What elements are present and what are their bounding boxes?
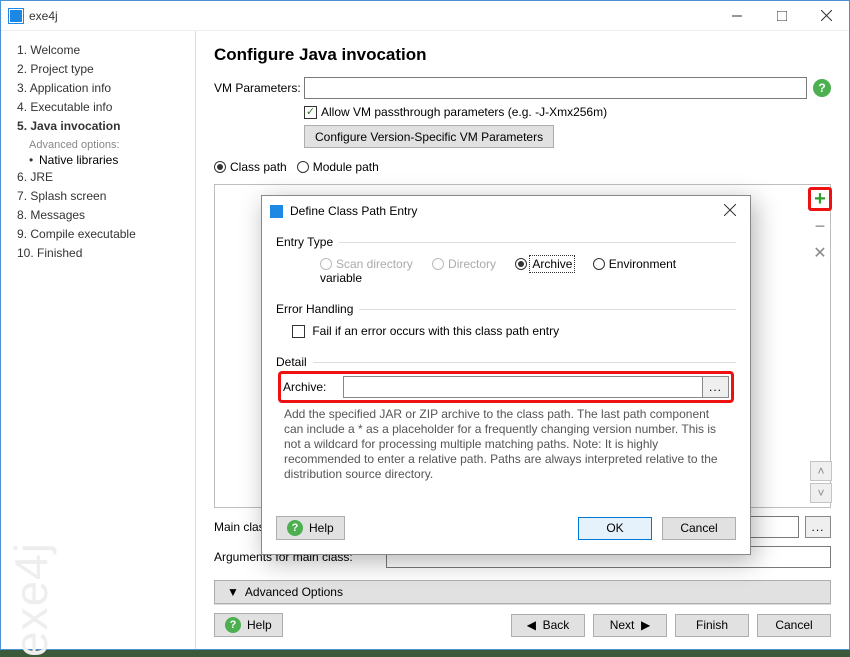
entry-type-legend: Entry Type xyxy=(276,235,339,249)
x-icon: ✕ xyxy=(813,243,826,263)
dialog-close-button[interactable] xyxy=(718,203,742,220)
dialog-ok-button[interactable]: OK xyxy=(578,517,652,540)
sidebar-step-finished[interactable]: 10. Finished xyxy=(11,244,185,263)
advanced-options-expander[interactable]: ▼ Advanced Options xyxy=(214,580,831,604)
help-circle-icon: ? xyxy=(287,520,303,536)
close-icon xyxy=(724,204,736,216)
maximize-icon xyxy=(777,11,787,21)
chevron-up-icon: ˄ xyxy=(817,464,824,478)
archive-browse-button[interactable]: ... xyxy=(703,376,729,398)
vm-params-input[interactable] xyxy=(304,77,807,99)
main-window: exe4j 1. Welcome 2. Project type 3. Appl… xyxy=(0,0,850,650)
sidebar-step-executable-info[interactable]: 4. Executable info xyxy=(11,98,185,117)
window-title: exe4j xyxy=(29,9,58,23)
sidebar-step-messages[interactable]: 8. Messages xyxy=(11,206,185,225)
sidebar-step-project-type[interactable]: 2. Project type xyxy=(11,60,185,79)
vm-params-label: VM Parameters: xyxy=(214,81,304,95)
sidebar-step-splash[interactable]: 7. Splash screen xyxy=(11,187,185,206)
sidebar-step-java-invocation[interactable]: 5. Java invocation xyxy=(11,117,185,136)
titlebar: exe4j xyxy=(1,1,849,31)
dialog-app-icon xyxy=(270,205,283,218)
move-up-button[interactable]: ˄ xyxy=(810,461,832,481)
sidebar-step-compile[interactable]: 9. Compile executable xyxy=(11,225,185,244)
wizard-sidebar: 1. Welcome 2. Project type 3. Applicatio… xyxy=(1,31,196,649)
cancel-button[interactable]: Cancel xyxy=(757,614,831,637)
help-button[interactable]: ? Help xyxy=(214,613,283,637)
edit-classpath-entry-button[interactable]: − xyxy=(808,214,832,238)
archive-input[interactable] xyxy=(343,376,703,398)
sidebar-advanced-label: Advanced options: xyxy=(11,136,185,152)
minimize-icon xyxy=(732,11,742,21)
sidebar-step-welcome[interactable]: 1. Welcome xyxy=(11,41,185,60)
app-icon xyxy=(9,9,23,23)
archive-label: Archive: xyxy=(283,380,343,394)
dialog-help-button[interactable]: ? Help xyxy=(276,516,345,540)
main-class-browse-button[interactable]: ... xyxy=(805,516,831,538)
maximize-button[interactable] xyxy=(759,1,804,31)
error-handling-legend: Error Handling xyxy=(276,302,359,316)
configure-version-params-button[interactable]: Configure Version-Specific VM Parameters xyxy=(304,125,554,148)
sidebar-step-application-info[interactable]: 3. Application info xyxy=(11,79,185,98)
help-circle-icon: ? xyxy=(225,617,241,633)
chevron-down-icon: ˅ xyxy=(817,486,824,500)
dialog-titlebar: Define Class Path Entry xyxy=(262,196,750,226)
archive-row-highlight: Archive: ... xyxy=(278,371,734,403)
fail-on-error-checkbox[interactable] xyxy=(292,325,305,338)
allow-passthrough-checkbox[interactable] xyxy=(304,106,317,119)
detail-legend: Detail xyxy=(276,355,313,369)
allow-passthrough-label: Allow VM passthrough parameters (e.g. -J… xyxy=(321,105,607,119)
minus-icon: − xyxy=(815,216,826,237)
triangle-down-icon: ▼ xyxy=(227,585,239,599)
entry-type-archive-radio[interactable]: Archive xyxy=(515,257,573,271)
sidebar-adv-native-libraries[interactable]: Native libraries xyxy=(11,152,185,168)
entry-type-directory-radio[interactable]: Directory xyxy=(432,257,496,271)
plus-icon: + xyxy=(814,190,826,208)
classpath-radio[interactable]: Class path xyxy=(214,160,287,174)
finish-button[interactable]: Finish xyxy=(675,614,749,637)
back-button[interactable]: ◀ Back xyxy=(511,614,585,637)
remove-classpath-entry-button[interactable]: ✕ xyxy=(808,241,832,265)
help-icon[interactable]: ? xyxy=(813,79,831,97)
sidebar-step-jre[interactable]: 6. JRE xyxy=(11,168,185,187)
move-down-button[interactable]: ˅ xyxy=(810,483,832,503)
add-classpath-entry-button[interactable]: + xyxy=(808,187,832,211)
page-title: Configure Java invocation xyxy=(214,45,831,65)
close-icon xyxy=(821,10,832,21)
minimize-button[interactable] xyxy=(714,1,759,31)
fail-on-error-label: Fail if an error occurs with this class … xyxy=(312,324,559,338)
dialog-cancel-button[interactable]: Cancel xyxy=(662,517,736,540)
archive-description: Add the specified JAR or ZIP archive to … xyxy=(284,407,728,482)
dialog-title: Define Class Path Entry xyxy=(290,204,417,218)
next-button[interactable]: Next ▶ xyxy=(593,614,667,637)
modulepath-radio[interactable]: Module path xyxy=(297,160,379,174)
close-button[interactable] xyxy=(804,1,849,31)
define-classpath-entry-dialog: Define Class Path Entry Entry Type Scan … xyxy=(261,195,751,555)
entry-type-scan-radio[interactable]: Scan directory xyxy=(320,257,413,271)
